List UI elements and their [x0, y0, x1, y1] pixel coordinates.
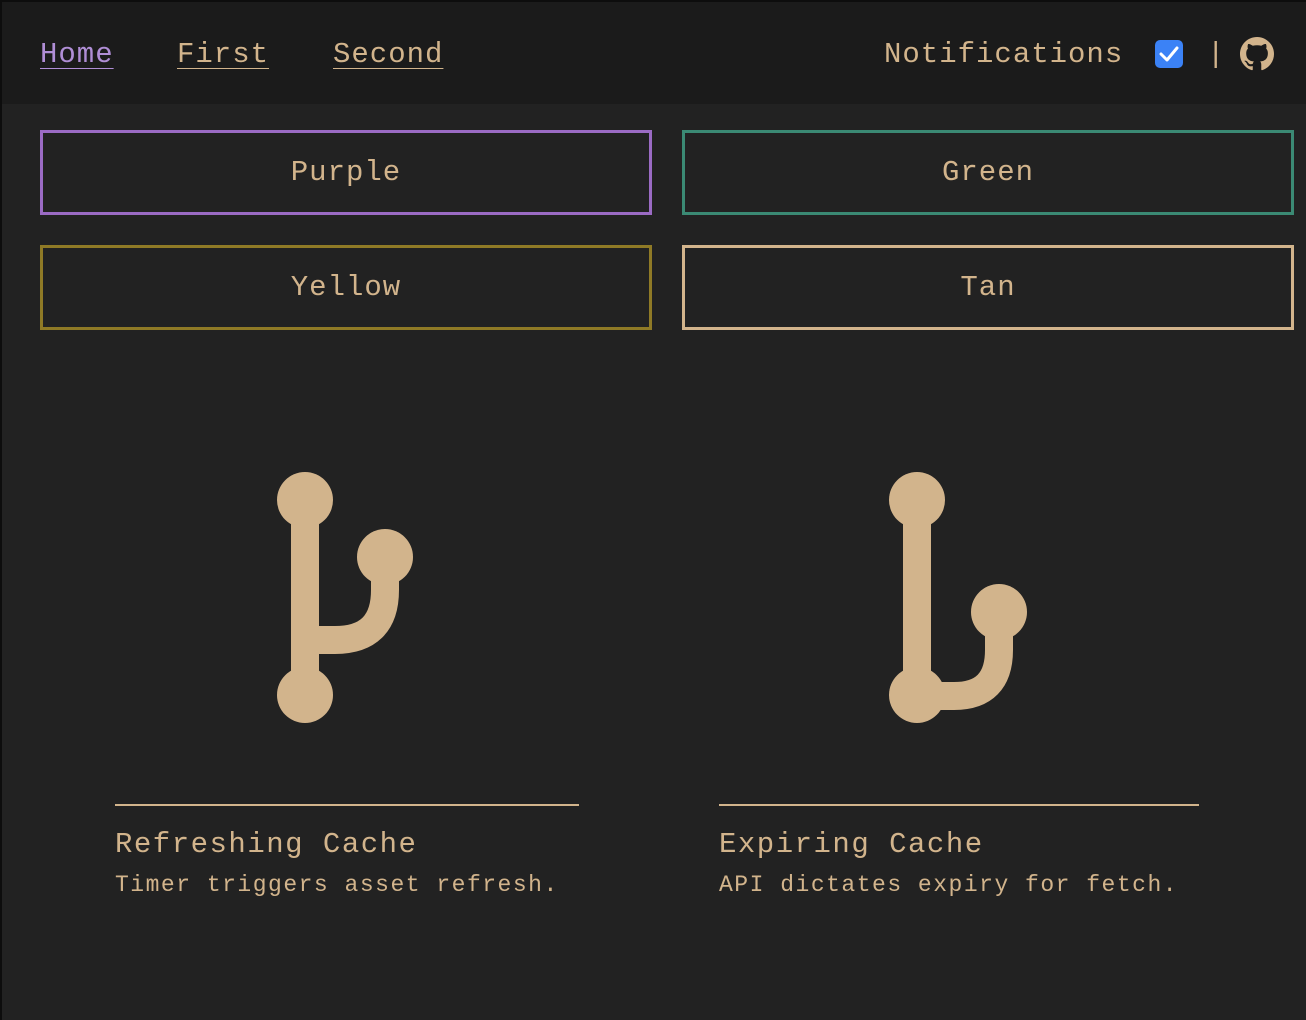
- card-title: Refreshing Cache: [115, 828, 418, 861]
- card-divider: [115, 804, 579, 806]
- top-nav: Home First Second Notifications |: [2, 2, 1306, 104]
- git-merge-icon: [889, 472, 1027, 723]
- checkmark-icon: [1159, 46, 1179, 62]
- nav-link-home[interactable]: Home: [40, 38, 114, 71]
- card-description: Timer triggers asset refresh.: [115, 872, 559, 898]
- card-title: Expiring Cache: [719, 828, 984, 861]
- nav-link-first[interactable]: First: [177, 38, 269, 71]
- card-divider: [719, 804, 1199, 806]
- purple-button[interactable]: Purple: [40, 130, 652, 215]
- yellow-button[interactable]: Yellow: [40, 245, 652, 330]
- git-branch-icon: [277, 472, 413, 723]
- card-description: API dictates expiry for fetch.: [719, 872, 1179, 898]
- notifications-label: Notifications: [884, 38, 1124, 71]
- green-button[interactable]: Green: [682, 130, 1294, 215]
- nav-separator: |: [1207, 38, 1225, 71]
- tan-button[interactable]: Tan: [682, 245, 1294, 330]
- app-window: Home First Second Notifications | Purple…: [0, 0, 1306, 1020]
- nav-link-second[interactable]: Second: [333, 38, 443, 71]
- github-icon[interactable]: [1240, 37, 1274, 71]
- notifications-checkbox[interactable]: [1155, 40, 1183, 68]
